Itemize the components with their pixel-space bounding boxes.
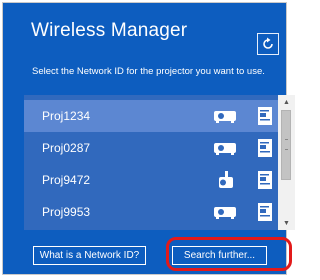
projector-name: Proj9953 xyxy=(42,205,91,219)
projector-row[interactable]: Proj9472 xyxy=(24,164,278,196)
projector-icon xyxy=(214,207,236,219)
highlight-annotation xyxy=(166,237,292,271)
document-icon xyxy=(258,139,272,157)
document-icon xyxy=(258,107,272,125)
projector-icon xyxy=(214,143,236,155)
scrollbar-thumb[interactable] xyxy=(281,110,291,180)
ceiling-projector-icon xyxy=(219,171,233,188)
projector-icon xyxy=(214,111,236,123)
refresh-button[interactable] xyxy=(257,33,279,55)
document-icon xyxy=(258,171,272,189)
projector-row[interactable]: Proj1234 xyxy=(24,100,278,132)
projector-row[interactable]: Proj0287 xyxy=(24,132,278,164)
projector-row[interactable]: Proj9953 xyxy=(24,196,278,228)
vertical-scrollbar[interactable]: ▲ ▼ xyxy=(278,95,295,230)
projector-name: Proj9472 xyxy=(42,173,91,187)
instruction-text: Select the Network ID for the projector … xyxy=(32,66,265,77)
grip-icon xyxy=(285,139,288,150)
scroll-down-arrow-icon[interactable]: ▼ xyxy=(278,216,295,230)
projector-name: Proj1234 xyxy=(42,109,91,123)
window-title: Wireless Manager xyxy=(31,20,188,41)
projector-list[interactable]: Proj1234 Proj0287 Proj9472 Proj9953 ▲ ▼ xyxy=(24,95,295,230)
what-is-network-id-button[interactable]: What is a Network ID? xyxy=(33,246,146,265)
refresh-icon xyxy=(263,37,273,49)
projector-name: Proj0287 xyxy=(42,141,91,155)
document-icon xyxy=(258,203,272,221)
scroll-up-arrow-icon[interactable]: ▲ xyxy=(278,95,295,109)
